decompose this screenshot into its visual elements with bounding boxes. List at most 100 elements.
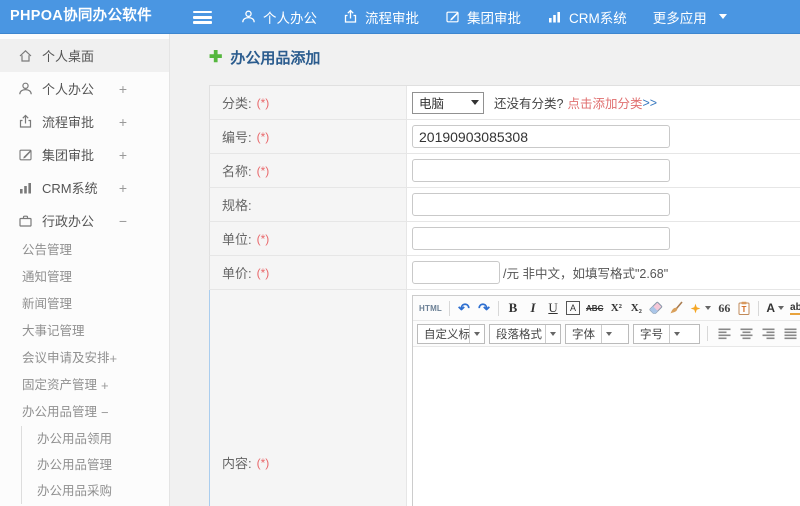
sidebar-item-label: CRM系统 <box>42 181 98 196</box>
boxed-text-button[interactable]: A <box>564 298 582 318</box>
subscript-button[interactable]: X₂ <box>627 298 645 318</box>
topnav-label: 个人办公 <box>263 10 317 26</box>
select-caret-button[interactable] <box>545 324 560 343</box>
form-row-price: 单价: (*) /元 非中文，如填写格式"2.68" <box>209 256 800 290</box>
sidebar-item-fixed-assets-mgmt[interactable]: 固定资产管理 + <box>0 372 169 399</box>
field-label: 分类: <box>222 96 252 111</box>
superscript-button[interactable]: X² <box>607 298 625 318</box>
sidebar-subitem-label: 办公用品领用 <box>37 432 113 446</box>
paste-text-button[interactable]: T <box>735 298 753 318</box>
price-input-cell: /元 非中文，如填写格式"2.68" <box>407 256 800 289</box>
auto-typeset-button[interactable] <box>687 298 713 318</box>
required-mark: (*) <box>256 231 270 246</box>
sidebar-subitem-label: 大事记管理 <box>22 324 85 338</box>
expand-indicator[interactable]: + <box>119 147 127 163</box>
spec-input-cell <box>407 188 800 221</box>
topnav-personal-office[interactable]: 个人办公 <box>241 7 317 27</box>
spec-input[interactable] <box>412 193 670 216</box>
sidebar-item-memorabilia-mgmt[interactable]: 大事记管理 <box>0 318 169 345</box>
topnav-workflow-approval[interactable]: 流程审批 <box>343 7 419 27</box>
align-center-button[interactable] <box>737 324 755 344</box>
expand-indicator[interactable]: + <box>119 81 127 97</box>
sidebar-item-announcement-mgmt[interactable]: 公告管理 <box>0 237 169 264</box>
custom-heading-select[interactable]: 自定义标题 <box>417 323 485 344</box>
highlight-color-button[interactable]: ab <box>788 298 800 318</box>
unit-input[interactable] <box>412 227 670 250</box>
sidebar-item-crm-system[interactable]: CRM系统 + <box>0 171 169 204</box>
sidebar-subitem-label: 新闻管理 <box>22 297 73 311</box>
align-right-button[interactable] <box>759 324 777 344</box>
editor-content-area[interactable] <box>413 347 800 506</box>
sidebar-item-personal-desktop[interactable]: 个人桌面 <box>0 39 169 72</box>
bold-button[interactable]: B <box>504 298 522 318</box>
topnav-more-apps[interactable]: 更多应用 <box>653 7 727 27</box>
topnav-group-approval[interactable]: 集团审批 <box>445 7 521 27</box>
select-caret-button[interactable] <box>469 324 484 343</box>
form-row-unit: 单位: (*) <box>209 222 800 256</box>
html-source-button[interactable]: HTML <box>417 298 444 318</box>
sidebar-subitem-label: 固定资产管理 <box>22 378 98 392</box>
select-label: 段落格式 <box>496 328 542 341</box>
format-painter-button[interactable] <box>667 298 685 318</box>
select-caret-button[interactable] <box>601 324 616 343</box>
expand-indicator[interactable]: + <box>119 180 127 196</box>
price-label-cell: 单价: (*) <box>210 256 407 289</box>
menu-toggle-icon[interactable] <box>193 11 212 27</box>
top-navigation: 个人办公 流程审批 集团审批 CRM系统 更多应用 <box>241 0 727 33</box>
svg-text:T: T <box>742 305 747 314</box>
expand-indicator[interactable]: + <box>101 372 109 399</box>
add-category-arrows[interactable]: >> <box>642 96 657 110</box>
topnav-crm-system[interactable]: CRM系统 <box>547 7 627 27</box>
undo-button[interactable]: ↶ <box>455 298 473 318</box>
redo-button[interactable]: ↷ <box>475 298 493 318</box>
expand-indicator[interactable]: + <box>110 345 118 372</box>
form-row-spec: 规格: <box>209 188 800 222</box>
strikethrough-button[interactable]: ABC <box>584 298 605 318</box>
home-icon <box>19 49 32 62</box>
underline-button[interactable]: U <box>544 298 562 318</box>
eraser-icon <box>649 301 663 314</box>
collapse-indicator[interactable]: − <box>101 399 109 426</box>
field-label: 单价: <box>222 266 252 281</box>
edit-icon <box>446 11 459 23</box>
sidebar-item-meeting-request[interactable]: 会议申请及安排 + <box>0 345 169 372</box>
remove-format-button[interactable] <box>647 298 665 318</box>
form-row-category: 分类: (*) 电脑 还没有分类? 点击添加分类 >> <box>209 86 800 120</box>
paragraph-format-select[interactable]: 段落格式 <box>489 323 561 344</box>
price-input[interactable] <box>412 261 500 284</box>
category-select[interactable]: 电脑 <box>412 91 484 114</box>
sidebar-item-supplies-manage[interactable]: 办公用品管理 <box>22 452 169 478</box>
select-caret-button[interactable] <box>669 324 684 343</box>
align-justify-button[interactable] <box>781 324 799 344</box>
sidebar-item-admin-office[interactable]: 行政办公 − <box>0 204 169 237</box>
add-icon: ✚ <box>209 48 223 66</box>
sidebar-item-news-mgmt[interactable]: 新闻管理 <box>0 291 169 318</box>
font-family-select[interactable]: 字体 <box>565 323 629 344</box>
code-input[interactable] <box>412 125 670 148</box>
sidebar-item-office-supplies-mgmt[interactable]: 办公用品管理 − <box>0 399 169 426</box>
sidebar-item-group-approval[interactable]: 集团审批 + <box>0 138 169 171</box>
add-category-link[interactable]: 点击添加分类 <box>567 93 642 112</box>
sidebar-item-supplies-purchase[interactable]: 办公用品采购 <box>22 478 169 504</box>
name-input[interactable] <box>412 159 670 182</box>
bar-chart-icon <box>549 12 560 23</box>
italic-button[interactable]: I <box>524 298 542 318</box>
editor-toolbar-row1: HTML ↶ ↷ B I U A ABC X² X₂ 66 T A ab <box>413 296 800 321</box>
align-left-button[interactable] <box>715 324 733 344</box>
sidebar-item-supplies-requisition[interactable]: 办公用品领用 <box>22 426 169 452</box>
sidebar-item-workflow-approval[interactable]: 流程审批 + <box>0 105 169 138</box>
collapse-indicator[interactable]: − <box>119 213 127 229</box>
rich-text-editor: HTML ↶ ↷ B I U A ABC X² X₂ 66 T A ab 自定义… <box>412 295 800 506</box>
sidebar-item-personal-office[interactable]: 个人办公 + <box>0 72 169 105</box>
font-size-select[interactable]: 字号 <box>633 323 700 344</box>
required-mark: (*) <box>256 455 270 470</box>
topbar: PHPOA协同办公软件 个人办公 流程审批 集团审批 CRM系统 更多应用 <box>0 0 800 34</box>
font-color-button[interactable]: A <box>764 298 786 318</box>
required-mark: (*) <box>256 265 270 280</box>
sidebar-item-notice-mgmt[interactable]: 通知管理 <box>0 264 169 291</box>
no-category-hint: 还没有分类? <box>494 97 564 111</box>
page-title: ✚ 办公用品添加 <box>209 47 320 68</box>
blockquote-button[interactable]: 66 <box>715 298 733 318</box>
field-label: 编号: <box>222 130 252 145</box>
expand-indicator[interactable]: + <box>119 114 127 130</box>
